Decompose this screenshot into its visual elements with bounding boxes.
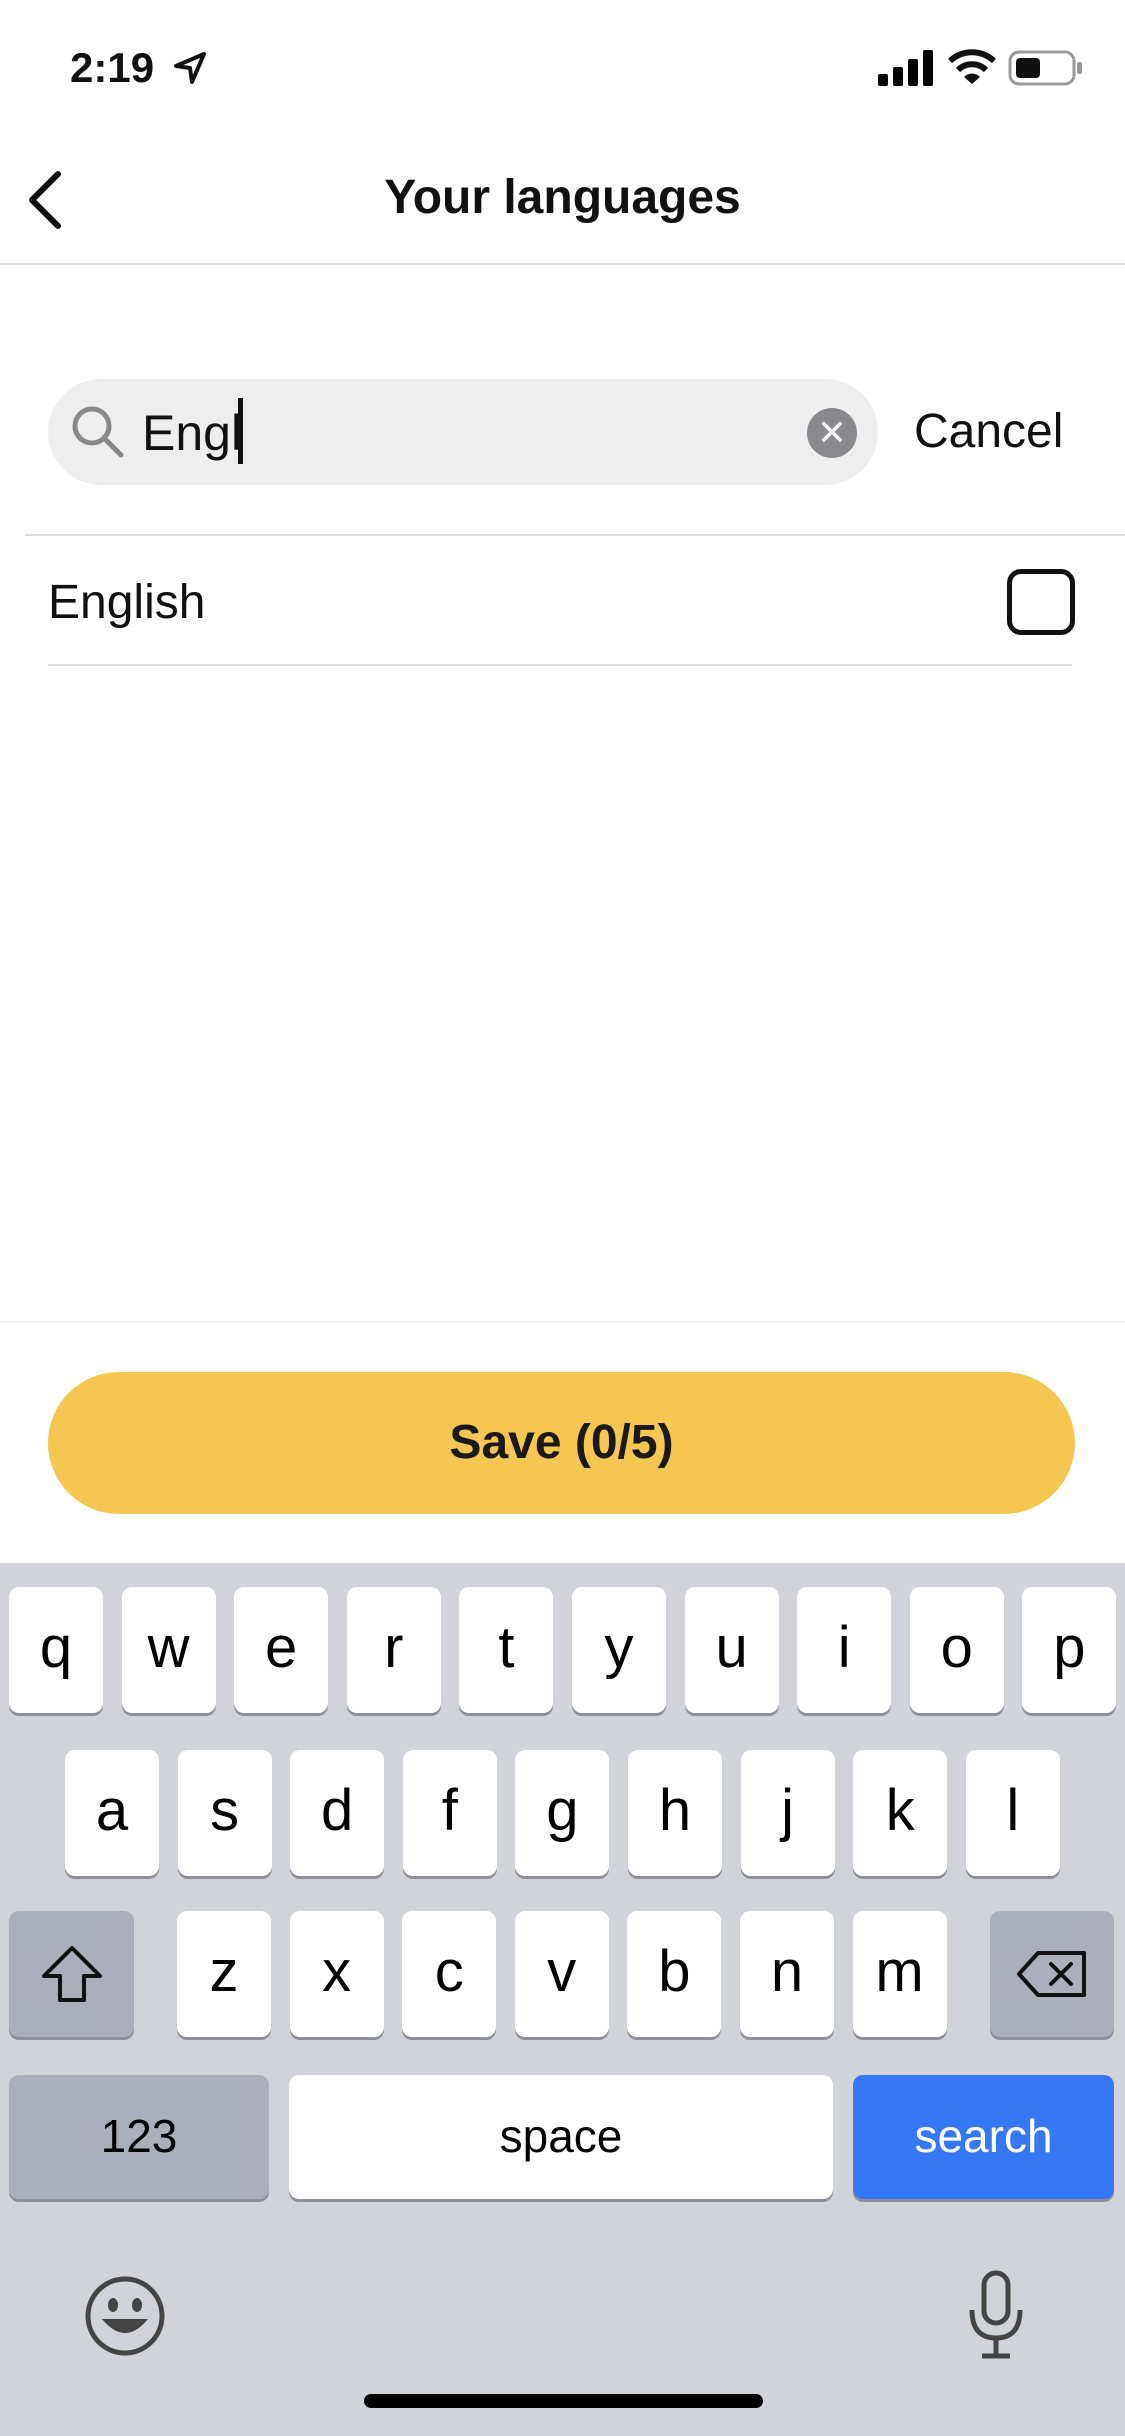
battery-icon bbox=[1008, 50, 1082, 86]
numbers-key[interactable]: 123 bbox=[9, 2075, 269, 2199]
language-checkbox[interactable] bbox=[1007, 569, 1075, 635]
text-caret bbox=[238, 398, 243, 464]
clear-search-icon[interactable]: ✕ bbox=[807, 408, 857, 458]
key-q[interactable]: q bbox=[9, 1587, 103, 1713]
header-divider bbox=[0, 263, 1125, 265]
key-w[interactable]: w bbox=[121, 1587, 216, 1713]
key-m[interactable]: m bbox=[852, 1911, 947, 2037]
home-indicator[interactable] bbox=[364, 2394, 763, 2408]
language-label: English bbox=[48, 576, 206, 629]
wifi-icon bbox=[948, 49, 996, 84]
search-key[interactable]: search bbox=[853, 2075, 1114, 2199]
key-b[interactable]: b bbox=[627, 1911, 722, 2037]
cellular-signal-icon bbox=[878, 50, 933, 86]
key-o[interactable]: o bbox=[909, 1587, 1004, 1713]
status-time: 2:19 bbox=[70, 44, 155, 91]
key-h[interactable]: h bbox=[628, 1750, 722, 1876]
key-c[interactable]: c bbox=[402, 1911, 497, 2037]
key-a[interactable]: a bbox=[65, 1750, 159, 1876]
search-icon bbox=[72, 406, 124, 458]
key-y[interactable]: y bbox=[572, 1587, 666, 1713]
page-title: Your languages bbox=[384, 171, 741, 224]
location-icon bbox=[174, 52, 206, 84]
save-button[interactable]: Save (0/5) bbox=[48, 1372, 1075, 1514]
key-s[interactable]: s bbox=[177, 1750, 272, 1876]
key-g[interactable]: g bbox=[515, 1750, 610, 1876]
key-f[interactable]: f bbox=[402, 1750, 497, 1876]
row-divider bbox=[48, 664, 1072, 666]
key-x[interactable]: x bbox=[289, 1911, 384, 2037]
key-z[interactable]: z bbox=[177, 1911, 271, 2037]
key-l[interactable]: l bbox=[965, 1750, 1060, 1876]
search-input-value[interactable]: Engl bbox=[142, 404, 242, 462]
cancel-button[interactable]: Cancel bbox=[914, 404, 1063, 459]
key-i[interactable]: i bbox=[797, 1587, 892, 1713]
search-divider bbox=[25, 534, 1125, 536]
microphone-icon[interactable] bbox=[966, 2270, 1026, 2362]
key-t[interactable]: t bbox=[459, 1587, 554, 1713]
space-key[interactable]: space bbox=[289, 2075, 833, 2199]
key-r[interactable]: r bbox=[346, 1587, 441, 1713]
key-d[interactable]: d bbox=[290, 1750, 385, 1876]
key-e[interactable]: e bbox=[234, 1587, 329, 1713]
shift-key[interactable] bbox=[9, 1911, 134, 2037]
key-p[interactable]: p bbox=[1022, 1587, 1117, 1713]
backspace-icon bbox=[1017, 1951, 1086, 1997]
footer-divider bbox=[0, 1321, 1125, 1323]
emoji-icon[interactable] bbox=[84, 2275, 166, 2357]
key-n[interactable]: n bbox=[740, 1911, 834, 2037]
key-v[interactable]: v bbox=[514, 1911, 609, 2037]
delete-key[interactable] bbox=[990, 1911, 1114, 2037]
key-u[interactable]: u bbox=[684, 1587, 779, 1713]
key-k[interactable]: k bbox=[853, 1750, 948, 1876]
shift-icon bbox=[41, 1946, 102, 2002]
key-j[interactable]: j bbox=[740, 1750, 835, 1876]
